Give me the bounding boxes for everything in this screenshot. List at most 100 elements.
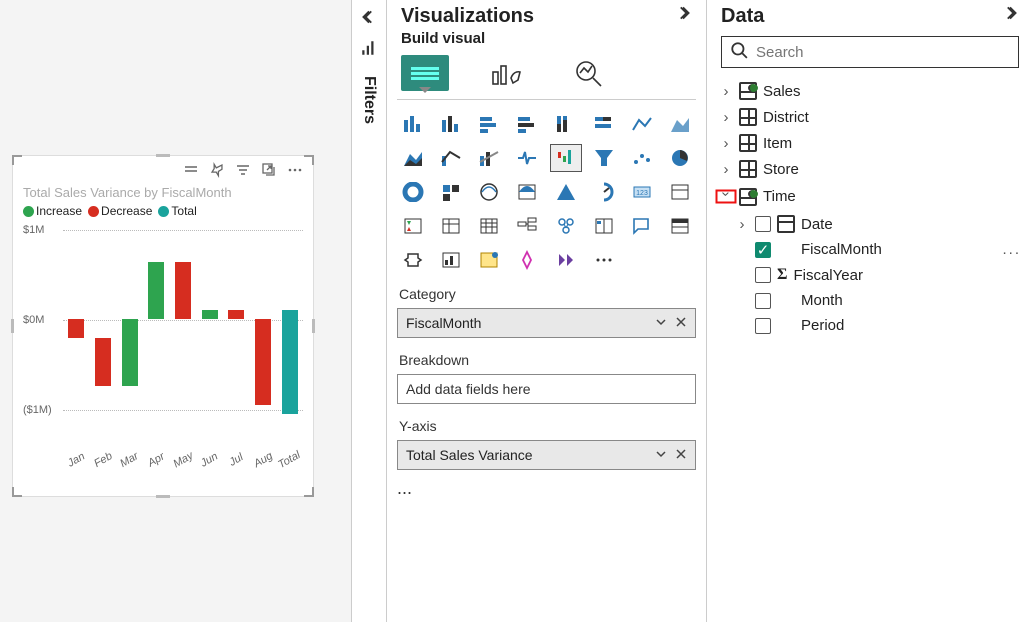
more-options-icon[interactable] [287,162,303,181]
viz-type-item[interactable] [664,212,696,240]
chevron-down-icon[interactable]: › [716,190,737,204]
viz-type-item[interactable] [435,246,467,274]
viz-type-item[interactable] [473,246,505,274]
category-well[interactable]: FiscalMonth [397,308,696,338]
viz-type-item[interactable] [473,110,505,138]
viz-type-item[interactable] [435,178,467,206]
chevron-right-icon[interactable]: › [719,83,733,100]
waterfall-bar[interactable] [202,310,218,320]
chevron-right-icon[interactable]: › [719,109,733,126]
viz-type-item[interactable] [664,144,696,172]
resize-handle[interactable] [12,487,22,497]
build-visual-tab[interactable] [401,55,449,91]
waterfall-bar[interactable] [228,310,244,320]
waterfall-bar[interactable] [122,319,138,386]
yaxis-well[interactable]: Total Sales Variance [397,440,696,470]
table-row[interactable]: › Sales [717,78,1023,104]
viz-type-item[interactable] [473,144,505,172]
expand-left-icon[interactable] [360,8,378,29]
collapse-right-icon[interactable] [674,4,692,28]
viz-type-item[interactable] [435,144,467,172]
waterfall-bar[interactable] [255,319,271,405]
viz-type-item[interactable] [550,212,582,240]
legend-item[interactable]: Increase [23,204,82,218]
waterfall-bar[interactable] [95,338,111,386]
viz-type-item[interactable] [550,246,582,274]
resize-handle[interactable] [156,495,170,498]
field-row[interactable]: Period [717,313,1023,338]
viz-type-item[interactable] [397,246,429,274]
chevron-right-icon[interactable]: › [719,135,733,152]
viz-type-item[interactable] [473,212,505,240]
waterfall-bar[interactable] [148,262,164,319]
viz-type-item[interactable] [588,144,620,172]
waterfall-chart[interactable]: $1M $0M ($1M) JanFebMarAprMayJunJulAugTo… [13,224,313,444]
data-search-input[interactable] [754,43,1010,62]
more-field-wells[interactable]: ... [387,478,706,499]
viz-type-item[interactable] [397,144,429,172]
field-checkbox[interactable] [755,318,771,334]
viz-type-item[interactable] [626,144,658,172]
field-checkbox[interactable]: ✓ [755,242,771,258]
viz-type-item[interactable] [664,178,696,206]
filters-collapsed-pane[interactable]: Filters [351,0,387,622]
resize-handle[interactable] [156,154,170,157]
viz-type-item[interactable] [664,110,696,138]
remove-field-icon[interactable] [675,447,687,463]
waterfall-bar[interactable] [68,319,84,338]
format-visual-tab[interactable] [483,55,531,91]
viz-type-item[interactable] [626,110,658,138]
analytics-tab[interactable] [565,55,613,91]
viz-type-item[interactable] [511,178,543,206]
field-row[interactable]: Month [717,288,1023,313]
viz-type-item[interactable] [626,212,658,240]
resize-handle[interactable] [304,487,314,497]
filter-icon[interactable] [235,162,251,181]
waterfall-bar[interactable] [175,262,191,319]
viz-type-item[interactable] [435,212,467,240]
field-row[interactable]: › Date [717,211,1023,237]
field-checkbox[interactable] [755,293,771,309]
table-row[interactable]: › District [717,104,1023,130]
pin-icon[interactable] [209,162,225,181]
table-row[interactable]: › Store [717,156,1023,182]
viz-type-item[interactable] [397,178,429,206]
resize-handle[interactable] [12,155,22,165]
chevron-right-icon[interactable]: › [735,216,749,233]
collapse-right-icon[interactable] [1001,4,1019,28]
data-search[interactable] [721,36,1019,68]
viz-type-item[interactable] [397,212,429,240]
field-row[interactable]: Σ FiscalYear [717,262,1023,288]
field-more-icon[interactable]: ... [1002,241,1021,258]
viz-type-item[interactable] [511,110,543,138]
focus-mode-icon[interactable] [261,162,277,181]
visual-card[interactable]: Total Sales Variance by FiscalMonth Incr… [12,155,314,497]
viz-type-item[interactable] [511,144,543,172]
breakdown-well[interactable]: Add data fields here [397,374,696,404]
viz-type-item[interactable] [435,110,467,138]
table-row[interactable]: › Time [717,182,1023,211]
viz-type-item[interactable] [588,110,620,138]
report-canvas[interactable]: Total Sales Variance by FiscalMonth Incr… [0,0,351,622]
field-checkbox[interactable] [755,216,771,232]
waterfall-bar[interactable] [282,310,298,415]
viz-type-item[interactable] [511,246,543,274]
viz-type-item[interactable] [588,178,620,206]
remove-field-icon[interactable] [675,315,687,331]
chevron-down-icon[interactable] [655,447,667,463]
resize-handle[interactable] [304,155,314,165]
viz-type-item[interactable] [588,212,620,240]
viz-type-item[interactable] [588,246,620,274]
viz-type-item[interactable] [473,178,505,206]
table-row[interactable]: › Item [717,130,1023,156]
field-checkbox[interactable] [755,267,771,283]
viz-type-item[interactable] [550,178,582,206]
viz-type-item[interactable] [550,110,582,138]
viz-type-item[interactable] [550,144,582,172]
viz-type-item[interactable] [511,212,543,240]
legend-item[interactable]: Total [158,204,196,218]
viz-type-item[interactable]: 123 [626,178,658,206]
legend-item[interactable]: Decrease [88,204,152,218]
drag-handle-icon[interactable] [183,162,199,181]
viz-type-item[interactable] [397,110,429,138]
